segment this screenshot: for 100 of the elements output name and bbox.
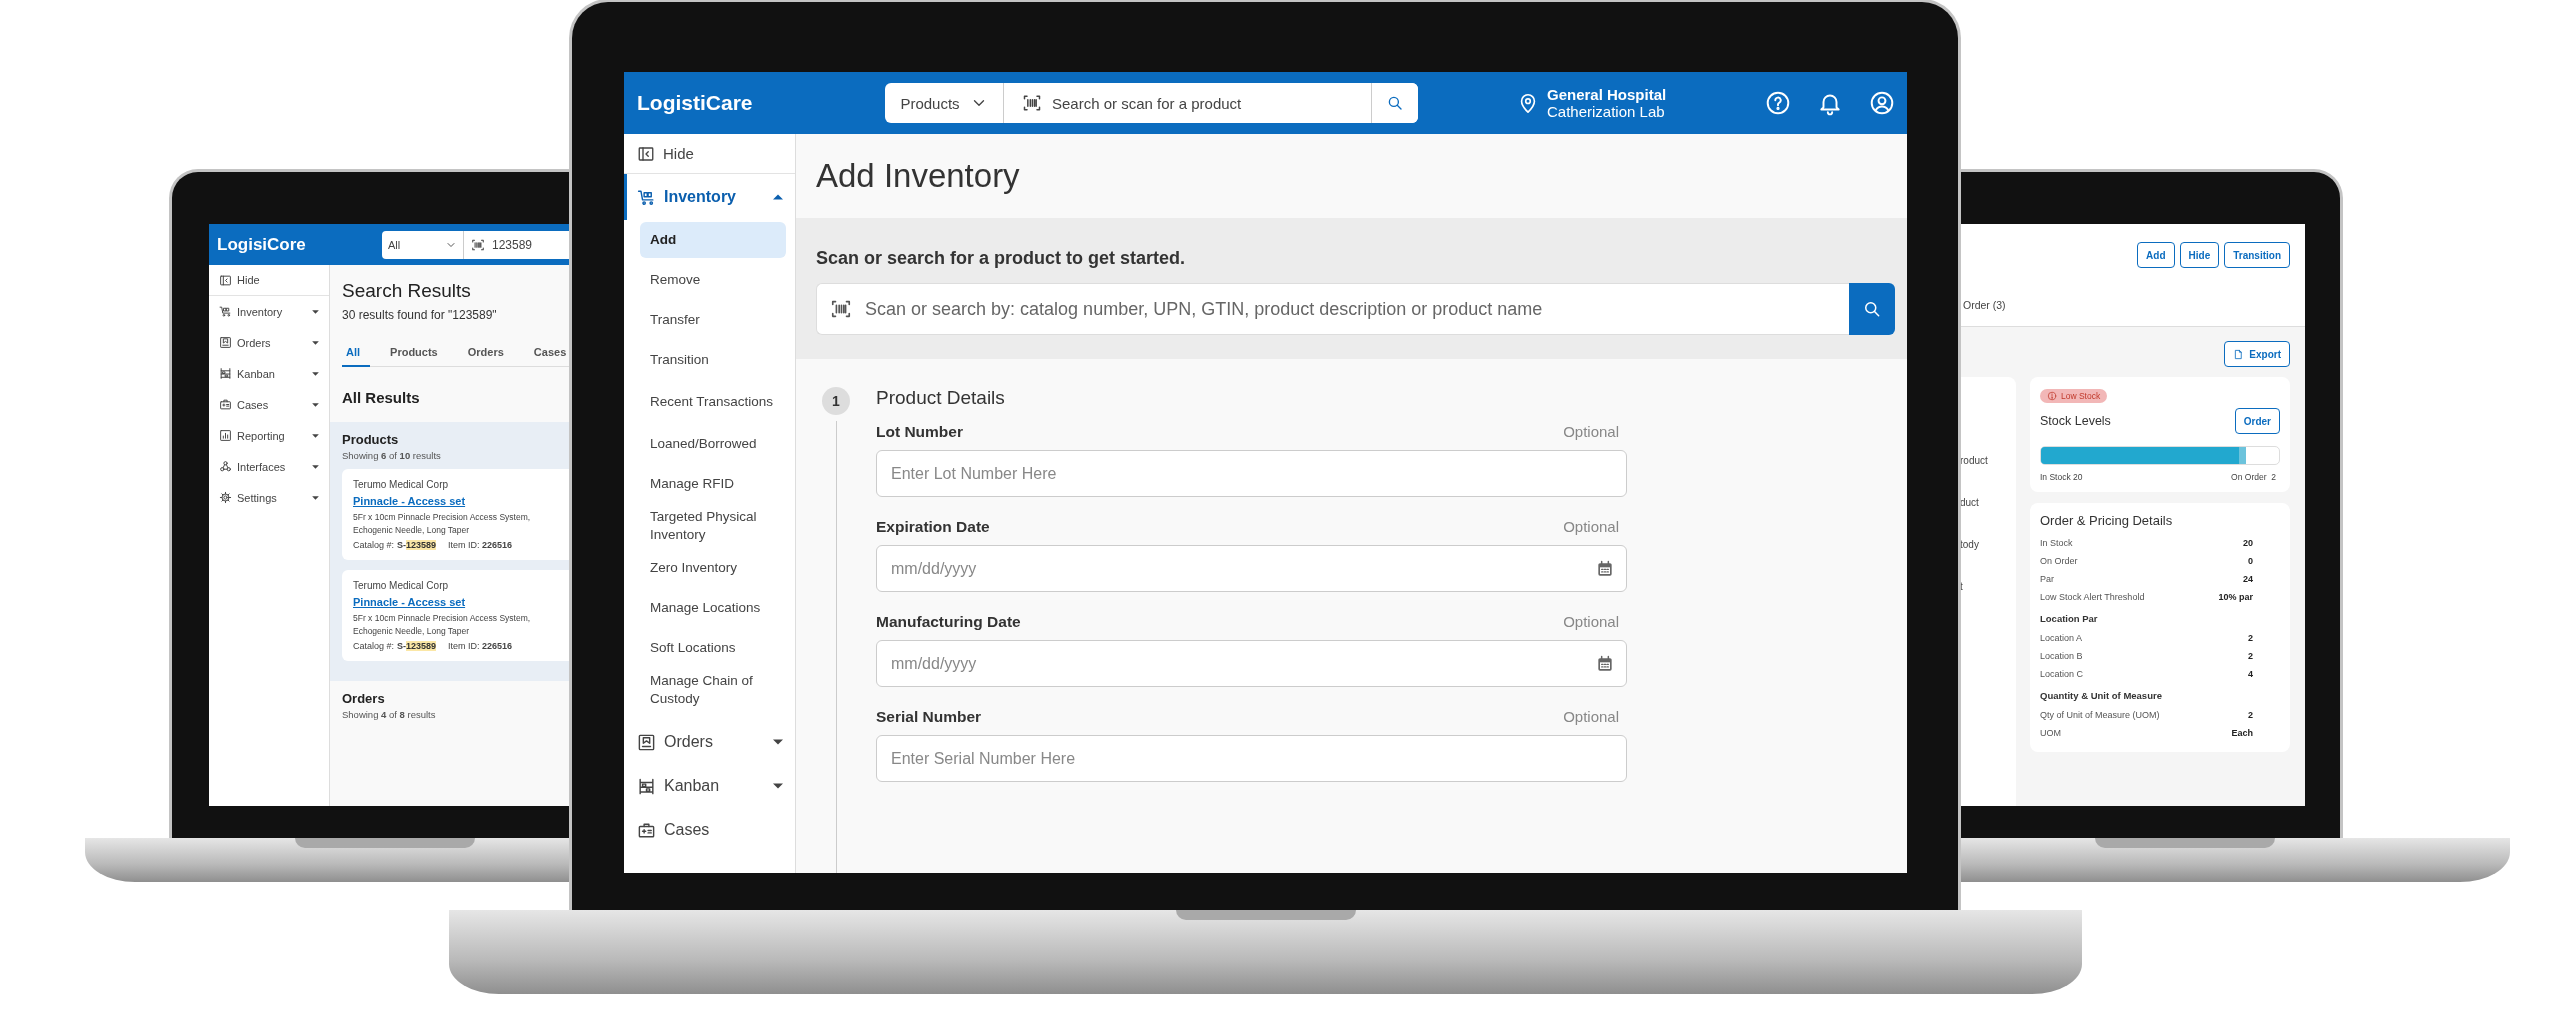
action-button[interactable]: Transition xyxy=(2224,242,2290,268)
sidebar-subitem[interactable]: Loaned/Borrowed xyxy=(640,426,786,462)
results-summary: 30 results found for "123589" xyxy=(342,308,498,322)
search-field[interactable]: 123589 xyxy=(463,230,571,259)
sidebar-subitem[interactable]: Soft Locations xyxy=(640,630,786,666)
sidebar-subitem[interactable]: Manage RFID xyxy=(640,466,786,502)
search-icon xyxy=(1386,94,1404,112)
sidebar-subitem[interactable]: Transition xyxy=(640,342,786,378)
search-bar[interactable]: Products Search or scan for a product xyxy=(885,83,1418,123)
detail-value: 2 xyxy=(2248,651,2253,661)
date-field[interactable]: mm/dd/yyyy xyxy=(876,640,1627,687)
sidebar-item[interactable]: Interfaces xyxy=(209,451,329,482)
briefcase-icon xyxy=(637,820,656,840)
tab[interactable]: Orders xyxy=(463,346,514,367)
sidebar-item[interactable]: Settings xyxy=(209,482,329,513)
sidebar-subitem[interactable]: Targeted Physical Inventory xyxy=(640,506,786,546)
shelves-icon xyxy=(219,367,232,380)
scope-dropdown[interactable]: All xyxy=(382,230,463,259)
page-title: Add Inventory xyxy=(815,156,1021,196)
results-count: Showing 6 of 10 results xyxy=(342,450,442,461)
date-field[interactable]: mm/dd/yyyy xyxy=(876,545,1627,592)
shelves-icon xyxy=(637,776,656,796)
nodes-icon xyxy=(219,460,232,473)
sidebar-item[interactable]: Cases xyxy=(624,808,795,852)
location-name: General Hospital xyxy=(1547,86,1667,103)
sidebar-subitem[interactable]: Zero Inventory xyxy=(640,550,786,586)
field-label: Lot Number xyxy=(876,423,963,441)
results-count: Showing 4 of 8 results xyxy=(342,709,437,720)
sidebar-subitem[interactable]: Manage Chain of Custody xyxy=(640,670,786,710)
cart-icon xyxy=(637,187,656,207)
company-name: Terumo Medical Corp xyxy=(353,479,450,490)
status-badge: Low Stock xyxy=(2040,389,2108,403)
field-label: Expiration Date xyxy=(876,518,990,536)
tab[interactable]: All xyxy=(342,346,371,367)
group-title: Orders xyxy=(342,691,386,706)
search-button[interactable] xyxy=(1849,283,1895,335)
group-heading: Location Par xyxy=(2040,612,2099,626)
sidebar-item[interactable]: Orders xyxy=(209,327,329,358)
order-button[interactable]: Order xyxy=(2234,408,2280,434)
card-title: Order & Pricing Details xyxy=(2040,513,2174,528)
bar-chart-icon xyxy=(219,429,232,442)
catalog-number: S-123589 xyxy=(397,540,437,550)
sidebar-subitem[interactable]: Recent Transactions xyxy=(640,382,786,422)
bar-label: On Order 2 xyxy=(2231,472,2276,482)
sidebar-item[interactable]: Inventory xyxy=(209,296,329,327)
group-heading: Quantity & Unit of Measure xyxy=(2040,689,2163,703)
export-button[interactable]: Export xyxy=(2224,341,2290,367)
sidebar-subitem[interactable]: Add xyxy=(640,222,786,258)
tab[interactable]: Products xyxy=(386,346,448,367)
detail-label: Par xyxy=(2040,574,2055,584)
collapse-panel-icon xyxy=(219,273,232,287)
item-id: Item ID: 226516 xyxy=(448,540,513,550)
sidebar-item[interactable]: Orders xyxy=(624,720,795,764)
sidebar-item[interactable]: Kanban xyxy=(624,764,795,808)
action-button[interactable]: Add xyxy=(2137,242,2175,268)
calendar-icon xyxy=(1595,558,1615,579)
scope-dropdown[interactable]: Products xyxy=(885,83,1004,123)
detail-label: Location C xyxy=(2040,669,2085,679)
catalog-label: Catalog #: xyxy=(353,641,395,651)
search-button[interactable] xyxy=(1371,83,1418,123)
alert-icon xyxy=(2047,391,2057,401)
action-button[interactable]: Hide xyxy=(2179,242,2220,268)
sidebar-subitem[interactable]: Transfer xyxy=(640,302,786,338)
cart-icon xyxy=(219,305,232,318)
calendar-icon xyxy=(1595,653,1615,674)
scan-search-field[interactable]: Scan or search by: catalog number, UPN, GTIN, product description or product name xyxy=(816,283,1849,335)
hide-button[interactable]: Hide xyxy=(624,134,795,174)
text-field[interactable]: Enter Serial Number Here xyxy=(876,735,1627,782)
search-field[interactable]: Search or scan for a product xyxy=(1004,83,1371,123)
bookmark-box-icon xyxy=(637,732,656,752)
card-text: duct xyxy=(1960,497,1980,510)
step-number: 1 xyxy=(822,387,850,415)
barcode-icon xyxy=(471,237,485,252)
app-logo: LogistiCare xyxy=(637,91,754,115)
sidebar-item[interactable]: Kanban xyxy=(209,358,329,389)
product-link[interactable]: Pinnacle - Access set xyxy=(353,495,466,507)
settings-icon xyxy=(219,491,232,504)
detail-label: On Order xyxy=(2040,556,2079,566)
barcode-icon xyxy=(830,298,852,320)
optional-note: Optional xyxy=(1563,613,1619,631)
card-title: Stock Levels xyxy=(2040,414,2111,428)
sidebar-subitem[interactable]: Remove xyxy=(640,262,786,298)
sidebar-subitem[interactable]: Manage Locations xyxy=(640,590,786,626)
detail-value: 0 xyxy=(2248,556,2253,566)
help-icon[interactable] xyxy=(1765,90,1791,116)
product-link[interactable]: Pinnacle - Access set xyxy=(353,596,466,608)
detail-value: 10% par xyxy=(2218,592,2253,602)
sidebar-item[interactable]: Cases xyxy=(209,389,329,420)
tab[interactable]: Order (3) xyxy=(1963,299,2006,311)
hide-button[interactable]: Hide xyxy=(209,265,329,296)
sidebar-item[interactable]: Reporting xyxy=(209,420,329,451)
bar-label: In Stock 20 xyxy=(2040,472,2083,482)
user-icon[interactable] xyxy=(1869,90,1895,116)
step-title: Product Details xyxy=(876,387,1006,409)
tab[interactable]: Cases xyxy=(529,346,571,367)
page-title: Search Results xyxy=(342,279,472,303)
text-field[interactable]: Enter Lot Number Here xyxy=(876,450,1627,497)
company-name: Terumo Medical Corp xyxy=(353,580,450,591)
card-text: tody xyxy=(1960,539,1980,552)
product-description: 5Fr x 10cm Pinnacle Precision Access System, Echogenic Needle, Long Taper xyxy=(353,511,532,537)
